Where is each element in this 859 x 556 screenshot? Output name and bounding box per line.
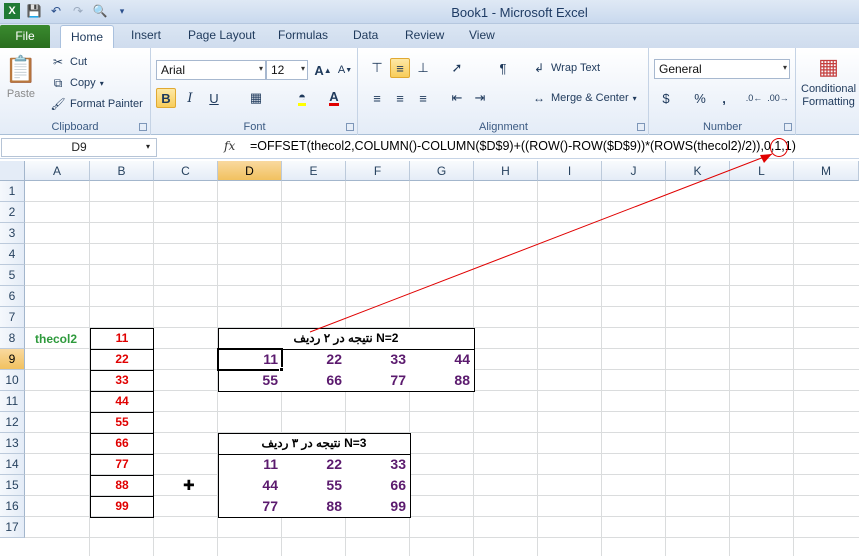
annotation-arrow — [309, 153, 773, 333]
